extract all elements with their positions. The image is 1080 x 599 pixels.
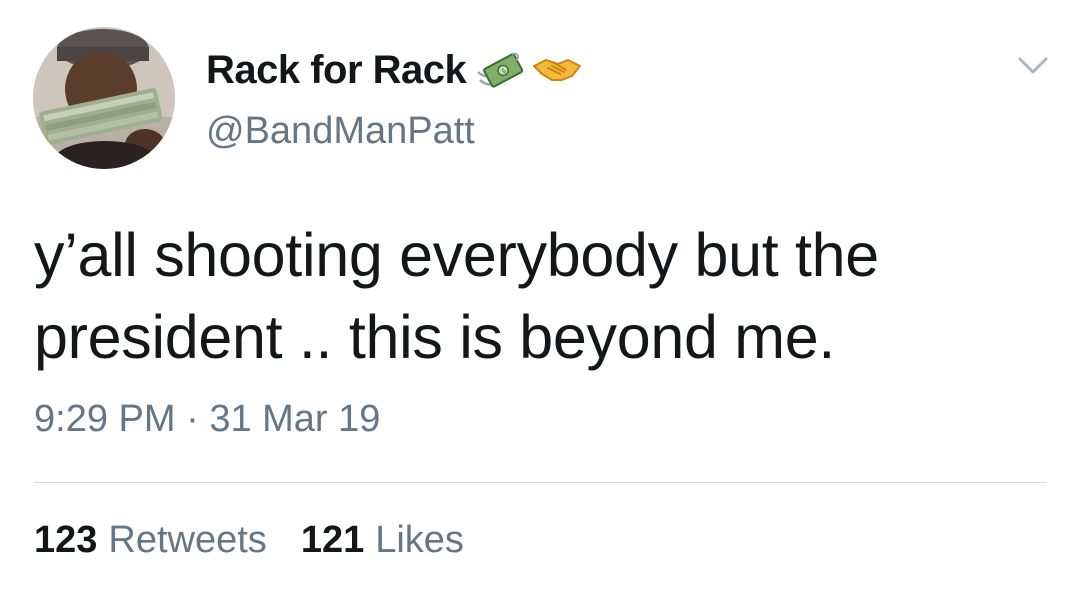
handshake-icon	[532, 50, 582, 90]
tweet-timestamp[interactable]: 9:29 PM · 31 Mar 19	[34, 398, 380, 441]
tweet-text: y’all shooting everybody but the preside…	[34, 214, 1044, 378]
tweet-text-line-2: president .. this is beyond me.	[34, 303, 836, 371]
avatar-photo	[33, 27, 175, 169]
likes-count: 121	[300, 519, 365, 561]
tweet-date: 31 Mar 19	[209, 398, 381, 440]
author-handle[interactable]: @BandManPatt	[206, 110, 475, 153]
timestamp-separator: ·	[186, 398, 199, 440]
retweets-count: 123	[34, 519, 98, 561]
likes-label: Likes	[375, 519, 464, 561]
author-name-row[interactable]: Rack for Rack $	[206, 44, 582, 96]
money-with-wings-icon: $	[474, 50, 524, 90]
tweet-time: 9:29 PM	[34, 398, 176, 440]
avatar[interactable]	[33, 27, 175, 169]
retweets-stat[interactable]: 123 Retweets	[34, 519, 267, 562]
divider	[34, 482, 1047, 483]
chevron-down-icon[interactable]	[1016, 54, 1050, 78]
tweet-text-line-1: y’all shooting everybody but the	[34, 221, 879, 289]
tweet-stats: 123 Retweets 121 Likes	[34, 519, 464, 562]
likes-stat[interactable]: 121 Likes	[301, 519, 464, 562]
retweets-label: Retweets	[108, 519, 267, 561]
author-display-name[interactable]: Rack for Rack	[206, 48, 467, 93]
